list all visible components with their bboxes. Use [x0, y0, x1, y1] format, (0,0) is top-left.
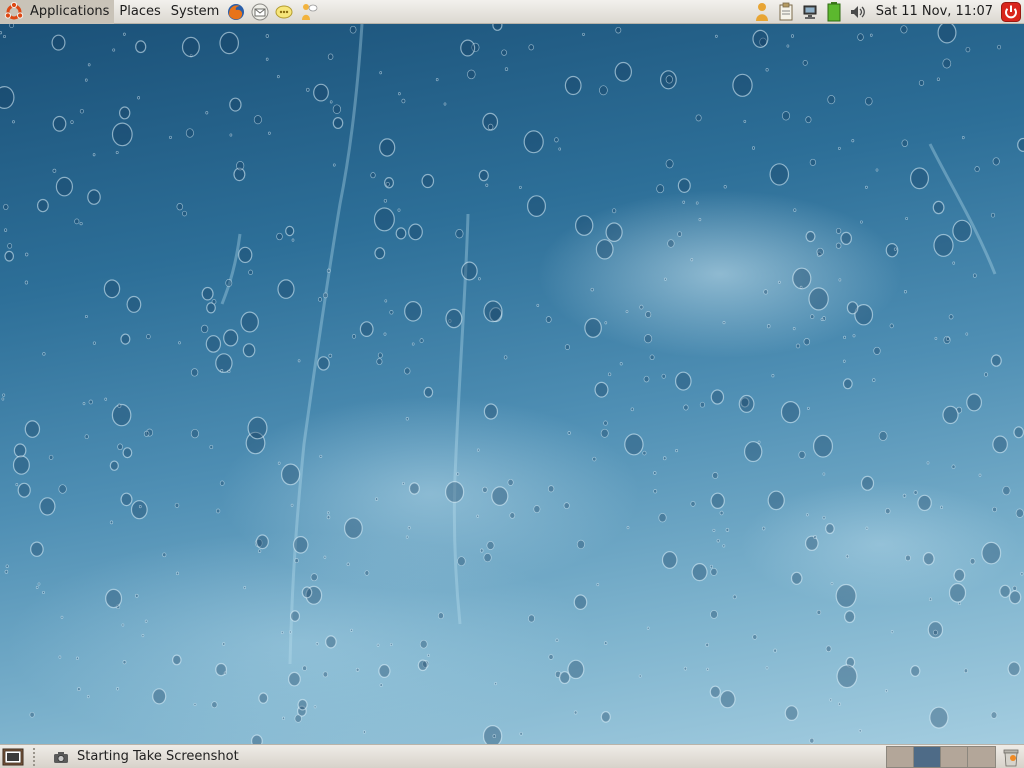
help-launcher[interactable]	[297, 1, 319, 23]
desktop-wallpaper	[0, 24, 1024, 744]
show-desktop-button[interactable]	[1, 746, 25, 768]
user-switcher-icon	[753, 2, 771, 22]
workspace-switcher	[886, 745, 996, 768]
trash-button[interactable]	[1000, 746, 1022, 768]
mail-icon	[250, 2, 270, 22]
volume-applet[interactable]	[848, 2, 868, 22]
taskbar-item-label: Starting Take Screenshot	[77, 749, 239, 764]
chat-launcher[interactable]	[273, 1, 295, 23]
network-applet[interactable]	[800, 2, 820, 22]
workspace-3[interactable]	[941, 746, 968, 767]
firefox-icon	[226, 2, 246, 22]
system-menu-label: System	[170, 4, 220, 19]
network-icon	[801, 3, 819, 21]
clipboard-icon	[777, 2, 795, 22]
power-icon	[1001, 1, 1021, 22]
clipboard-applet[interactable]	[776, 2, 796, 22]
top-panel: Applications Places System Sat 11 Nov, 1…	[0, 0, 1024, 24]
chat-icon	[274, 2, 294, 22]
ubuntu-logo-icon	[4, 1, 24, 22]
taskbar-item-take-screenshot[interactable]: Starting Take Screenshot	[47, 746, 245, 768]
raindrops-layer	[0, 24, 1024, 744]
firefox-launcher[interactable]	[225, 1, 247, 23]
mail-launcher[interactable]	[249, 1, 271, 23]
workspace-4[interactable]	[968, 746, 995, 767]
applications-menu[interactable]: Applications	[0, 0, 115, 24]
places-menu[interactable]: Places	[114, 0, 165, 24]
notification-area: Sat 11 Nov, 11:07	[750, 0, 1024, 24]
places-menu-label: Places	[119, 4, 161, 19]
system-menu[interactable]: System	[166, 0, 224, 24]
applications-menu-label: Applications	[30, 4, 110, 19]
logout-button[interactable]	[1001, 1, 1021, 22]
help-icon	[298, 2, 318, 22]
show-desktop-icon	[2, 747, 24, 767]
clock[interactable]: Sat 11 Nov, 11:07	[870, 4, 999, 19]
workspace-2[interactable]	[914, 746, 941, 767]
trash-icon	[1002, 747, 1020, 767]
bottom-panel: Starting Take Screenshot	[0, 744, 1024, 768]
user-switcher[interactable]	[752, 2, 772, 22]
battery-icon	[827, 1, 841, 22]
workspace-1[interactable]	[887, 746, 914, 767]
volume-icon	[849, 3, 867, 21]
camera-icon	[53, 750, 69, 764]
battery-applet[interactable]	[824, 1, 844, 22]
panel-drag-handle[interactable]	[33, 747, 41, 766]
